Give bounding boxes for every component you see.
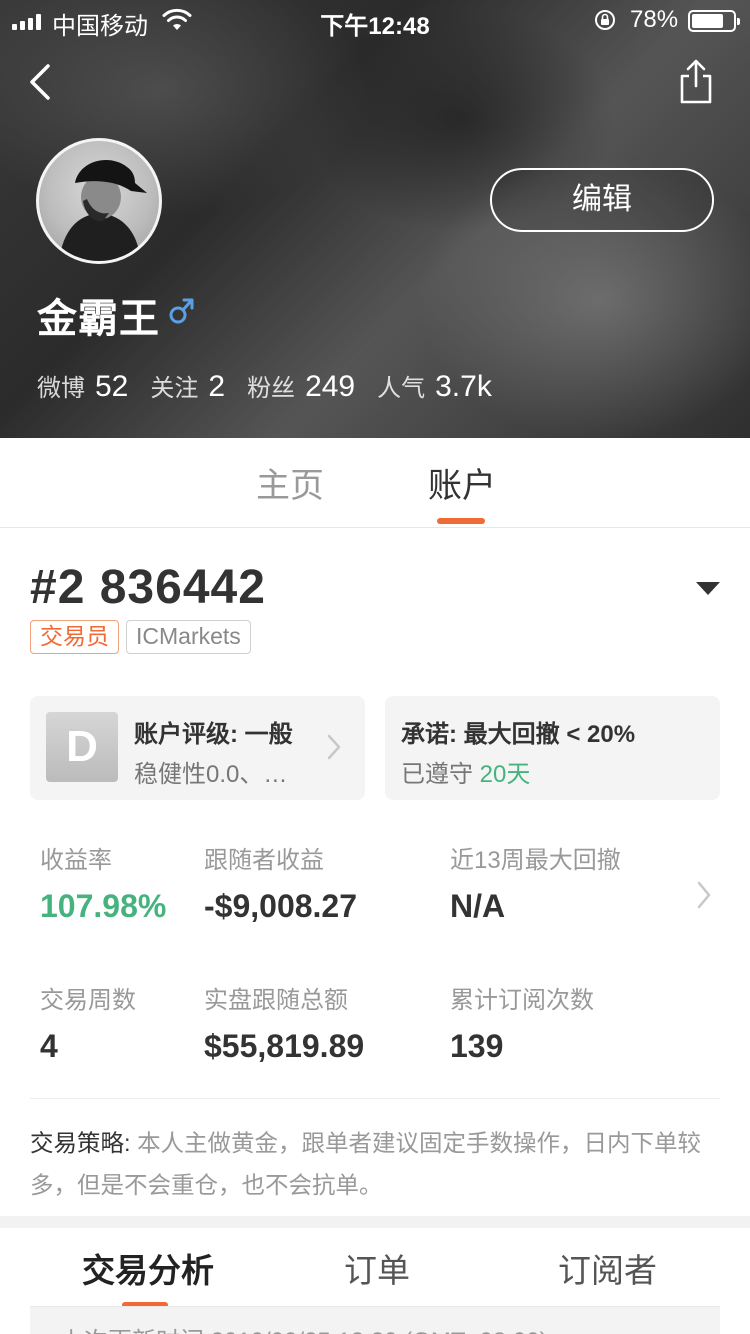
stat-label: 微博: [37, 375, 85, 402]
stat-popularity: 人气 3.7k: [377, 368, 492, 404]
metric-value-max-drawdown: N/A: [450, 888, 506, 924]
stat-weibo[interactable]: 微博 52: [37, 368, 128, 404]
strategy-text: 本人主做黄金，跟单者建议固定手数操作，日内下单较多，但是不会重仓，也不会抗单。: [30, 1130, 702, 1198]
battery-icon: [688, 10, 740, 32]
metric-label-return: 收益率: [40, 847, 112, 874]
stat-value: 2: [208, 370, 226, 403]
edit-button[interactable]: 编辑: [490, 168, 714, 232]
account-rating-card[interactable]: D 账户评级: 一般 稳健性0.0、…: [30, 696, 365, 800]
trading-strategy: 交易策略: 本人主做黄金，跟单者建议固定手数操作，日内下单较多，但是不会重仓，也…: [30, 1122, 724, 1206]
stat-label: 粉丝: [247, 375, 296, 402]
last-update-time: 上次更新时间 2019/09/25 12:30 (GMT+08:00): [60, 1321, 548, 1334]
rating-title: 账户评级: 一般: [134, 721, 293, 748]
update-info-bar: 上次更新时间 2019/09/25 12:30 (GMT+08:00): [30, 1306, 720, 1334]
stat-value: 52: [95, 370, 129, 403]
divider: [30, 1098, 720, 1099]
strategy-label: 交易策略:: [30, 1130, 131, 1156]
avatar[interactable]: [36, 138, 162, 264]
tab-orders[interactable]: 订单: [344, 1244, 410, 1292]
metric-label-trading-weeks: 交易周数: [40, 987, 136, 1014]
profile-stats: 微博 52 关注 2 粉丝 249 人气 3.7k: [37, 368, 514, 404]
rating-subtitle: 稳健性0.0、…: [134, 761, 288, 788]
promise-days: 20天: [479, 761, 531, 788]
back-button[interactable]: [22, 60, 62, 104]
tab-account[interactable]: 账户: [428, 458, 496, 507]
metric-value-return: 107.98%: [40, 888, 167, 924]
status-bar: 中国移动 下午12:48 78%: [0, 0, 750, 40]
promise-subtitle: 已遵守 20天: [401, 754, 530, 789]
avatar-photo: [59, 160, 147, 261]
stat-followers[interactable]: 粉丝 249: [247, 368, 355, 404]
chevron-right-icon: [327, 734, 341, 760]
rotation-lock-icon: [595, 10, 615, 30]
battery-percent: 78%: [630, 6, 679, 33]
rating-grade-badge: D: [46, 712, 118, 782]
promise-kept-label: 已遵守: [401, 761, 473, 788]
share-button[interactable]: [676, 58, 716, 106]
account-id: #2 836442: [30, 561, 266, 614]
metric-label-follower-profit: 跟随者收益: [204, 847, 324, 874]
metrics-chevron-right-icon[interactable]: [694, 878, 714, 912]
profile-header: 中国移动 下午12:48 78% 编辑 金霸王 微博 52 关注 2 粉丝 24…: [0, 0, 750, 438]
stat-value: 3.7k: [435, 370, 492, 403]
metric-value-subscriptions: 139: [450, 1028, 504, 1064]
metric-value-follow-amount: $55,819.89: [204, 1028, 365, 1064]
promise-card[interactable]: 承诺: 最大回撤 < 20% 已遵守 20天: [385, 696, 720, 800]
profile-tabs: 主页 账户: [0, 438, 750, 528]
account-dropdown-icon[interactable]: [694, 578, 722, 598]
metric-value-trading-weeks: 4: [40, 1028, 58, 1064]
user-name: 金霸王: [37, 297, 160, 341]
metric-label-subscriptions: 累计订阅次数: [450, 987, 594, 1014]
metric-label-follow-amount: 实盘跟随总额: [204, 987, 348, 1014]
stat-following[interactable]: 关注 2: [150, 368, 225, 404]
active-tab-indicator: [437, 518, 485, 524]
tab-subscribers[interactable]: 订阅者: [558, 1244, 657, 1292]
metric-value-follower-profit: -$9,008.27: [204, 888, 358, 924]
male-gender-icon: [169, 298, 194, 324]
tab-home[interactable]: 主页: [256, 458, 324, 507]
promise-title: 承诺: 最大回撤 < 20%: [401, 721, 636, 748]
stat-label: 关注: [150, 375, 199, 402]
trader-tag: 交易员: [30, 620, 119, 654]
tab-trade-analysis[interactable]: 交易分析: [82, 1244, 214, 1292]
broker-tag: ICMarkets: [126, 620, 251, 654]
metric-label-max-drawdown: 近13周最大回撤: [450, 847, 621, 874]
stat-value: 249: [305, 370, 356, 403]
section-separator: [0, 1216, 750, 1228]
stat-label: 人气: [377, 375, 426, 402]
